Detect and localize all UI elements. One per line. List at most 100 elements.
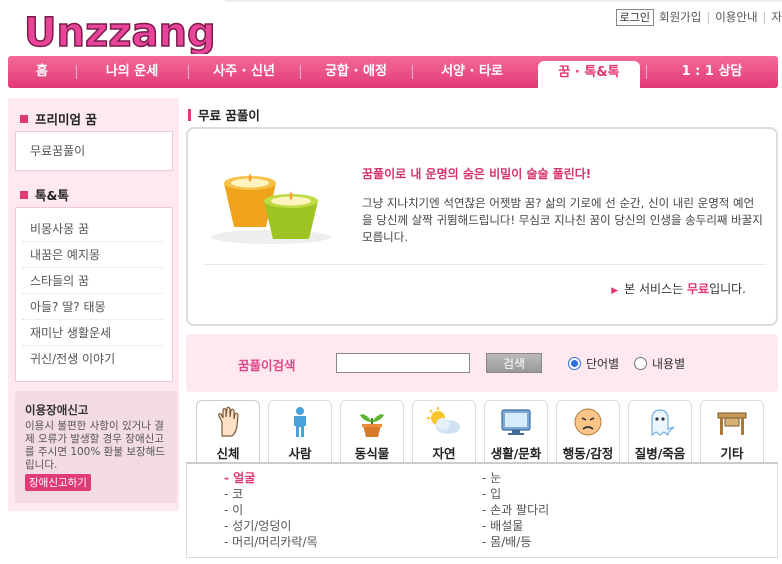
desk-icon (701, 405, 763, 439)
error-report-button[interactable]: 장애신고하기 (25, 474, 91, 491)
radio-unchecked-icon[interactable] (634, 357, 647, 370)
nav-saju[interactable]: 사주 · 신년 (188, 56, 300, 88)
tab-label: 행동/감정 (562, 446, 614, 461)
search-label: 꿈풀이검색 (238, 358, 296, 373)
search-input[interactable] (336, 353, 470, 373)
tab-label: 질병/죽음 (634, 446, 686, 461)
keyword-link[interactable]: - 몸/배/등 (482, 534, 531, 550)
keyword-link[interactable]: - 코 (224, 486, 243, 502)
keyword-link[interactable]: - 머리/머리카락/목 (224, 534, 318, 550)
talk-heading: 톡&톡 (20, 185, 69, 204)
nav-dream-talk[interactable]: 꿈 · 톡&톡 (538, 61, 640, 93)
nav-separator: | (706, 10, 711, 24)
page-title: 무료 꿈풀이 (188, 105, 260, 124)
free-notice: ▶ 본 서비스는 무료입니다. (611, 280, 746, 297)
tab-label: 자연 (432, 446, 456, 461)
intro-description: 그냥 지나치기엔 석연찮은 어젯밤 꿈? 삶의 기로에 선 순간, 신이 내린 … (362, 196, 763, 244)
sidebar-item-dream[interactable]: 비몽사몽 꿈 (22, 216, 164, 242)
keyword-label: 이 (232, 503, 244, 517)
notice-free: 무료 (686, 282, 710, 296)
tab-flora-fauna[interactable]: 동식물 (340, 400, 404, 462)
keyword-label: 입 (490, 487, 502, 501)
sidebar-item-ghost[interactable]: 귀신/전생 이야기 (22, 346, 164, 372)
nav-counsel[interactable]: 1 : 1 상담 (646, 56, 778, 88)
radio-by-word[interactable]: 단어별 (568, 355, 619, 372)
ghost-icon (629, 405, 691, 439)
main-nav: 홈 나의 운세 사주 · 신년 궁합 · 애정 서양 · 타로 꿈 · 톡&톡 … (8, 56, 778, 93)
sprout-icon (341, 405, 403, 439)
tab-label: 사람 (288, 446, 312, 461)
radio-by-word-label: 단어별 (586, 357, 620, 371)
site-logo[interactable]: Unzzang (22, 6, 222, 54)
person-icon (269, 405, 331, 439)
keyword-link[interactable]: - 성기/엉덩이 (224, 518, 291, 534)
logo-text: Unzzang (24, 10, 216, 54)
error-report-title: 이용장애신고 (25, 403, 89, 417)
sidebar-item-free-dream[interactable]: 무료꿈풀이 (22, 132, 164, 170)
tab-action-emotion[interactable]: 행동/감정 (556, 400, 620, 462)
login-button[interactable]: 로그인 (615, 8, 654, 26)
search-button[interactable]: 검색 (486, 353, 542, 373)
nav-home[interactable]: 홈 (8, 56, 76, 88)
keyword-label: 얼굴 (233, 471, 256, 485)
keyword-label: 눈 (490, 471, 502, 485)
tab-other[interactable]: 기타 (700, 400, 764, 462)
keyword-label: 몸/배/등 (490, 535, 532, 549)
error-report-desc: 이용시 불편한 사항이 있거나 결제 오류가 발생할 경우 장애신고를 주시면 … (25, 420, 165, 471)
top-divider (225, 0, 782, 2)
nav-compatibility[interactable]: 궁합 · 애정 (300, 56, 412, 88)
tab-nature[interactable]: 자연 (412, 400, 476, 462)
title-bar-icon (188, 109, 191, 121)
bullet-square-icon (20, 191, 28, 199)
talk-menu: 비몽사몽 꿈 내꿈은 예지몽 스타들의 꿈 아들? 딸? 태몽 재미난 생활운세… (15, 207, 173, 382)
sidebar-item-stars[interactable]: 스타들의 꿈 (22, 268, 164, 294)
radio-checked-icon[interactable] (568, 357, 581, 370)
keyword-link[interactable]: - 눈 (482, 470, 501, 486)
hand-icon (197, 405, 259, 439)
tab-life-culture[interactable]: 생활/문화 (484, 400, 548, 462)
tab-person[interactable]: 사람 (268, 400, 332, 462)
tab-label: 신체 (216, 446, 240, 461)
nav-western-tarot[interactable]: 서양 · 타로 (412, 56, 532, 88)
guide-link[interactable]: 이용안내 (715, 9, 757, 25)
bullet-square-icon (20, 115, 28, 123)
premium-heading: 프리미엄 꿈 (20, 109, 97, 128)
intro-headline: 꿈풀이로 내 운명의 숨은 비밀이 술술 풀린다! (362, 167, 592, 181)
keyword-panel: - 얼굴 - 코 - 이 - 성기/엉덩이 - 머리/머리카락/목 - 눈 - … (186, 462, 778, 558)
tab-label: 동식물 (354, 446, 390, 461)
sidebar-item-life-fortune[interactable]: 재미난 생활운세 (22, 320, 164, 346)
keyword-link-face[interactable]: - 얼굴 (224, 470, 255, 486)
keyword-link[interactable]: - 입 (482, 486, 501, 502)
intro-divider (204, 264, 766, 265)
keyword-label: 손과 팔다리 (490, 503, 550, 517)
tab-label: 기타 (720, 446, 744, 461)
tab-illness-death[interactable]: 질병/죽음 (628, 400, 692, 462)
notice-prefix: 본 서비스는 (624, 282, 687, 296)
candles-image (206, 149, 336, 245)
premium-menu: 무료꿈풀이 (15, 131, 173, 171)
nav-separator: | (762, 10, 767, 24)
sidebar-item-prophetic[interactable]: 내꿈은 예지몽 (22, 242, 164, 268)
keyword-link[interactable]: - 배설물 (482, 518, 523, 534)
keyword-label: 배설물 (490, 519, 524, 533)
tv-icon (485, 405, 547, 439)
radio-by-content[interactable]: 내용별 (634, 355, 685, 372)
tab-body[interactable]: 신체 (196, 400, 260, 464)
left-sidebar: 프리미엄 꿈 무료꿈풀이 톡&톡 비몽사몽 꿈 내꿈은 예지몽 스타들의 꿈 아… (8, 98, 179, 511)
nav-my-fortune[interactable]: 나의 운세 (76, 56, 188, 88)
tab-label: 생활/문화 (490, 446, 542, 461)
face-icon (557, 405, 619, 439)
notice-suffix: 입니다. (709, 282, 746, 296)
dream-search-box: 꿈풀이검색 검색 단어별 내용별 (186, 334, 778, 392)
utility-nav: 로그인 회원가입 | 이용안내 | 자 (615, 8, 782, 26)
keyword-label: 성기/엉덩이 (232, 519, 292, 533)
keyword-link[interactable]: - 이 (224, 502, 243, 518)
keyword-link[interactable]: - 손과 팔다리 (482, 502, 549, 518)
sidebar-item-conception[interactable]: 아들? 딸? 태몽 (22, 294, 164, 320)
sun-cloud-icon (413, 405, 475, 439)
error-report-box: 이용장애신고 이용시 불편한 사항이 있거나 결제 오류가 발생할 경우 장애신… (15, 391, 177, 503)
join-link[interactable]: 회원가입 (659, 9, 701, 25)
keyword-label: 머리/머리카락/목 (232, 535, 318, 549)
more-link[interactable]: 자 (771, 9, 782, 25)
talk-heading-label: 톡&톡 (35, 188, 69, 203)
